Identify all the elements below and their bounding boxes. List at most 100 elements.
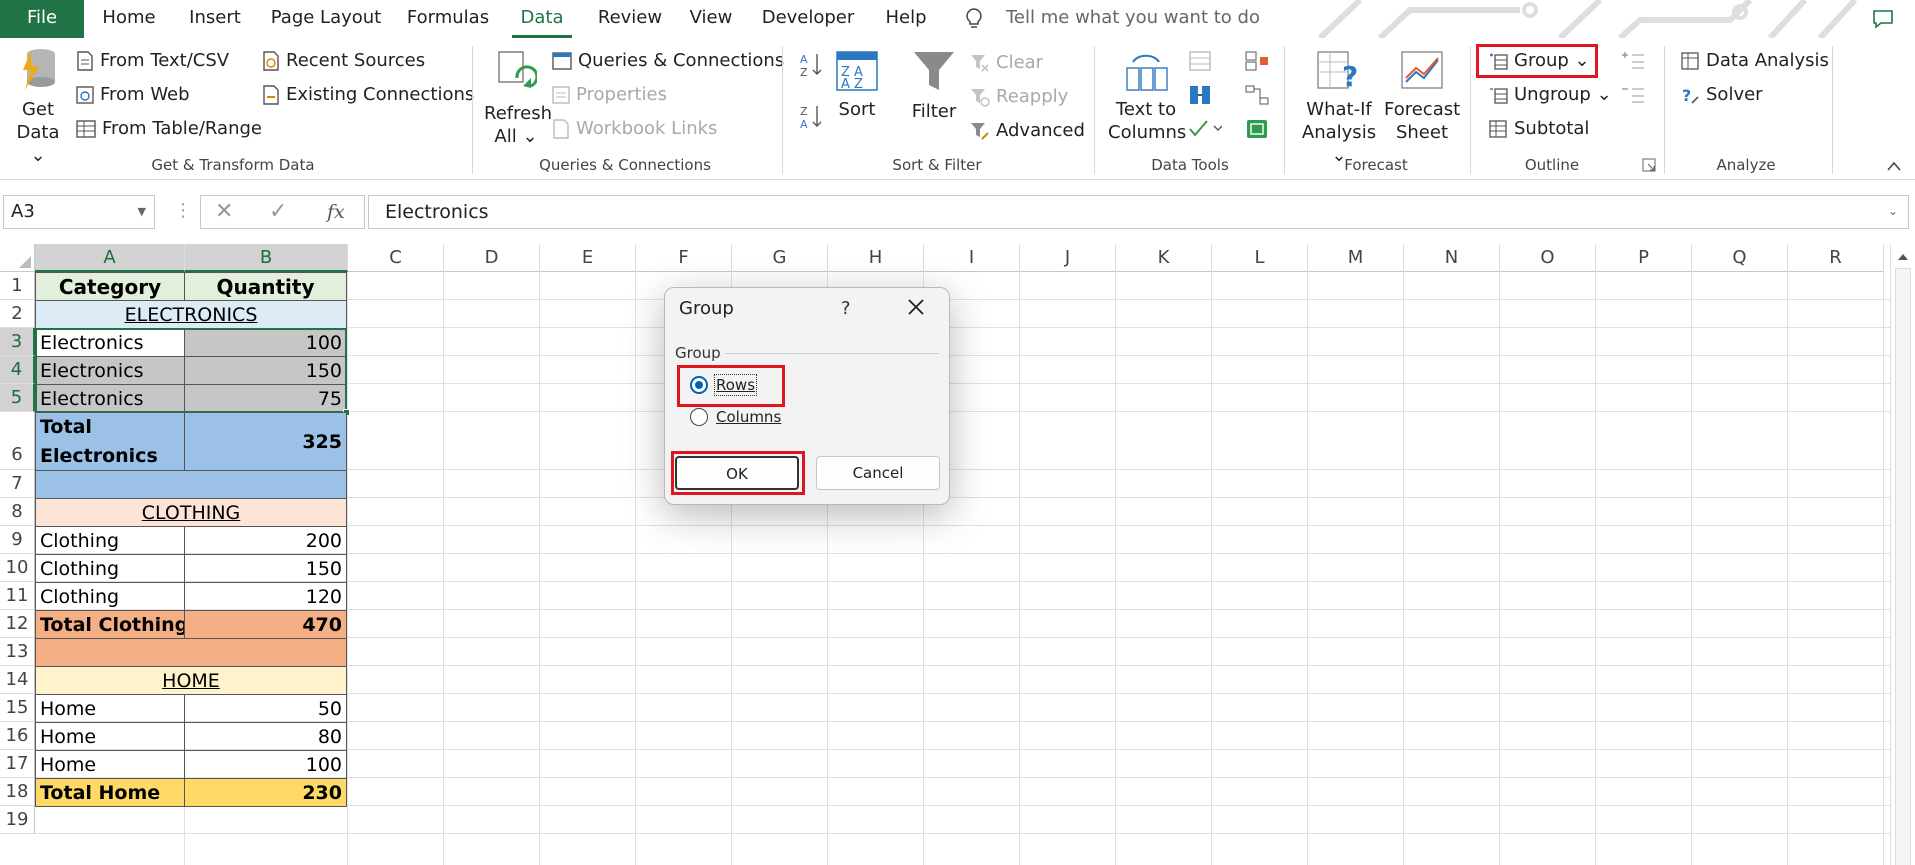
column-header-e[interactable]: E: [540, 244, 636, 272]
column-header-f[interactable]: F: [636, 244, 732, 272]
from-text-csv-button[interactable]: From Text/CSV: [76, 50, 229, 72]
row-header-5[interactable]: 5: [0, 384, 35, 412]
row-header-18[interactable]: 18: [0, 778, 35, 806]
cell-b17[interactable]: 100: [184, 750, 347, 779]
more-options-icon[interactable]: ⋮: [174, 200, 192, 221]
from-web-button[interactable]: From Web: [76, 84, 190, 106]
cell-electronics-header[interactable]: ELECTRONICS: [35, 300, 347, 329]
cell-b12[interactable]: 470: [184, 610, 347, 639]
cancel-button[interactable]: Cancel: [816, 456, 940, 490]
row-header-1[interactable]: 1: [0, 272, 35, 300]
cell-a6[interactable]: Total Electronics: [35, 412, 185, 471]
show-detail-icon[interactable]: [1620, 50, 1646, 70]
column-header-o[interactable]: O: [1500, 244, 1596, 272]
cell-b11[interactable]: 120: [184, 582, 347, 611]
comments-icon[interactable]: [1872, 9, 1894, 29]
row-header-17[interactable]: 17: [0, 750, 35, 778]
relationships-icon[interactable]: [1244, 84, 1270, 106]
row-header-3[interactable]: 3: [0, 328, 35, 356]
row-header-12[interactable]: 12: [0, 610, 35, 638]
row-header-14[interactable]: 14: [0, 666, 35, 694]
solver-button[interactable]: ? Solver: [1680, 84, 1763, 106]
cell-b1[interactable]: Quantity: [184, 272, 347, 301]
column-header-p[interactable]: P: [1596, 244, 1692, 272]
row-header-19[interactable]: 19: [0, 806, 35, 834]
tab-file[interactable]: File: [0, 0, 84, 38]
cell-a16[interactable]: Home: [35, 722, 185, 751]
column-header-j[interactable]: J: [1020, 244, 1116, 272]
cell-b15[interactable]: 50: [184, 694, 347, 723]
column-header-r[interactable]: R: [1788, 244, 1884, 272]
cell-row-13-spacer[interactable]: [35, 638, 347, 667]
cell-b4[interactable]: 150: [184, 356, 347, 385]
queries-connections-button[interactable]: Queries & Connections: [552, 50, 784, 72]
forecast-sheet-button[interactable]: Forecast Sheet: [1384, 50, 1460, 144]
column-header-b[interactable]: B: [185, 244, 348, 272]
row-header-7[interactable]: 7: [0, 470, 35, 498]
vertical-scrollbar[interactable]: [1890, 244, 1915, 865]
tab-help[interactable]: Help: [878, 0, 934, 38]
cell-a17[interactable]: Home: [35, 750, 185, 779]
tab-page-layout[interactable]: Page Layout: [268, 0, 384, 38]
name-box[interactable]: A3 ▼: [3, 195, 155, 229]
ungroup-button[interactable]: Ungroup ⌄: [1488, 84, 1612, 106]
data-analysis-button[interactable]: Data Analysis: [1680, 50, 1829, 72]
cell-a10[interactable]: Clothing: [35, 554, 185, 583]
column-header-h[interactable]: H: [828, 244, 924, 272]
insert-function-icon[interactable]: fx: [327, 196, 345, 228]
column-header-i[interactable]: I: [924, 244, 1020, 272]
tab-review[interactable]: Review: [590, 0, 670, 38]
cell-row-7-spacer[interactable]: [35, 470, 347, 499]
hide-detail-icon[interactable]: [1620, 84, 1646, 104]
formula-input[interactable]: Electronics: [368, 195, 1909, 229]
tab-formulas[interactable]: Formulas: [400, 0, 496, 38]
name-box-caret-icon[interactable]: ▼: [138, 196, 146, 228]
cell-b3[interactable]: 100: [184, 328, 347, 357]
cell-b10[interactable]: 150: [184, 554, 347, 583]
cancel-entry-icon[interactable]: ✕: [215, 196, 233, 228]
cell-b5[interactable]: 75: [184, 384, 347, 413]
column-header-d[interactable]: D: [444, 244, 540, 272]
confirm-entry-icon[interactable]: ✓: [269, 196, 287, 228]
row-header-2[interactable]: 2: [0, 300, 35, 328]
cell-a9[interactable]: Clothing: [35, 526, 185, 555]
tab-data[interactable]: Data: [512, 0, 572, 38]
cell-home-header[interactable]: HOME: [35, 666, 347, 695]
expand-formula-bar-icon[interactable]: ⌄: [1888, 204, 1898, 218]
text-to-columns-button[interactable]: Text to Columns: [1108, 50, 1186, 144]
column-header-l[interactable]: L: [1212, 244, 1308, 272]
properties-button[interactable]: Properties: [552, 84, 667, 106]
reapply-button[interactable]: Reapply: [970, 86, 1068, 108]
cell-a12[interactable]: Total Clothing: [35, 610, 185, 639]
what-if-analysis-button[interactable]: ? What-If Analysis ⌄: [1294, 50, 1384, 167]
scroll-up-icon[interactable]: [1896, 250, 1910, 264]
cell-b16[interactable]: 80: [184, 722, 347, 751]
select-all-corner[interactable]: [0, 244, 35, 272]
tab-insert[interactable]: Insert: [178, 0, 252, 38]
column-header-g[interactable]: G: [732, 244, 828, 272]
scroll-thumb[interactable]: [1895, 268, 1911, 865]
row-header-4[interactable]: 4: [0, 356, 35, 384]
filter-button[interactable]: Filter: [906, 50, 962, 123]
cell-a5[interactable]: Electronics: [35, 384, 185, 413]
row-header-11[interactable]: 11: [0, 582, 35, 610]
cell-b18[interactable]: 230: [184, 778, 347, 807]
existing-connections-button[interactable]: Existing Connections: [262, 84, 474, 106]
row-header-13[interactable]: 13: [0, 638, 35, 666]
from-table-range-button[interactable]: From Table/Range: [76, 118, 262, 140]
dialog-launcher-icon[interactable]: [1642, 158, 1656, 172]
help-icon[interactable]: ?: [841, 298, 851, 319]
row-header-6[interactable]: 6: [0, 412, 35, 470]
cell-b9[interactable]: 200: [184, 526, 347, 555]
remove-duplicates-icon[interactable]: [1188, 84, 1212, 106]
column-header-k[interactable]: K: [1116, 244, 1212, 272]
cell-a4[interactable]: Electronics: [35, 356, 185, 385]
data-model-icon[interactable]: [1244, 118, 1270, 140]
cell-b6[interactable]: 325: [184, 412, 347, 471]
collapse-ribbon-icon[interactable]: [1886, 160, 1902, 172]
row-header-16[interactable]: 16: [0, 722, 35, 750]
worksheet-grid[interactable]: ABCDEFGHIJKLMNOPQR 1 2 3 4 5 6 7 8 9 10 11 12 13 14 15…: [0, 244, 1915, 865]
get-data-button[interactable]: Get Data ⌄: [8, 46, 68, 167]
column-header-a[interactable]: A: [35, 244, 185, 272]
tab-developer[interactable]: Developer: [754, 0, 862, 38]
